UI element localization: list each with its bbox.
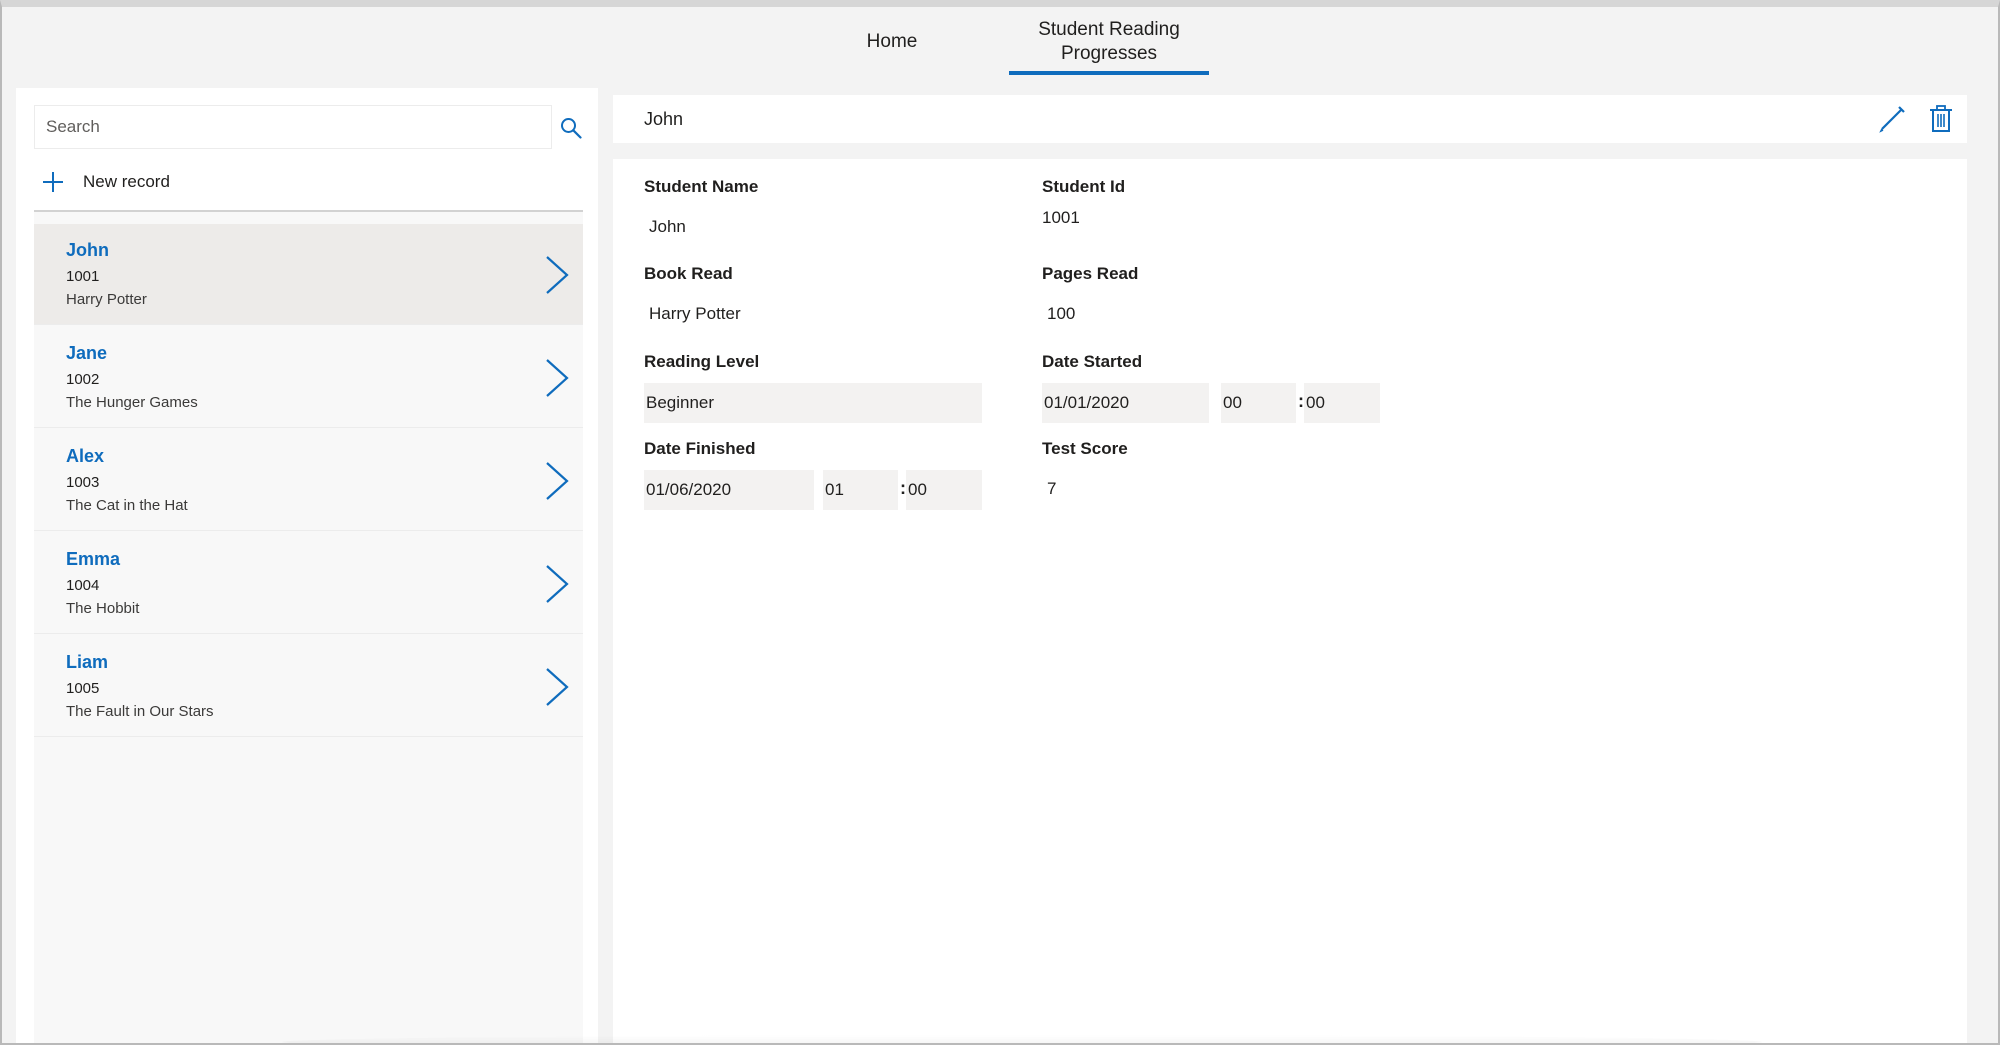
detail-title: John [644,109,684,129]
book-read-label: Book Read [644,264,733,283]
book-read-value: Harry Potter [649,304,741,323]
record-book: The Hunger Games [66,394,198,411]
record-name: Alex [66,446,105,466]
record-id: 1005 [66,680,100,697]
record-form: Student Name John Student Id 1001 Book R… [613,159,1967,1043]
app-window: Home Student Reading Progresses New reco… [0,0,2000,1045]
tab-home[interactable]: Home [822,7,962,77]
pencil-icon[interactable] [1878,105,1906,133]
record-book: The Fault in Our Stars [66,703,214,720]
new-record-button[interactable]: New record [42,164,170,200]
record-book: The Hobbit [66,600,140,617]
student-name-label: Student Name [644,177,759,196]
date-started-minute: 00 [1306,393,1325,412]
records-panel: New record John 1001 Harry Potter Jane 1… [16,88,598,1043]
record-id: 1002 [66,371,100,388]
date-finished-minute: 00 [908,480,927,499]
new-record-label: New record [83,172,170,191]
list-item-emma[interactable]: Emma 1004 The Hobbit [34,533,583,634]
list-item-alex[interactable]: Alex 1003 The Cat in the Hat [34,430,583,531]
date-finished-minute-field: 00 [906,470,982,510]
list-item-john[interactable]: John 1001 Harry Potter [34,224,583,325]
date-started-label: Date Started [1042,352,1143,371]
date-started-minute-field: 00 [1304,383,1380,423]
record-name: Emma [66,549,121,569]
search-input[interactable] [34,105,552,149]
record-name: Jane [66,343,108,363]
record-id: 1001 [66,268,100,285]
record-name: John [66,240,109,260]
chevron-right-icon[interactable] [545,564,569,604]
trash-icon[interactable] [1929,105,1953,133]
active-tab-indicator [1009,71,1209,75]
reading-level-label: Reading Level [644,352,760,371]
top-navigation: Home Student Reading Progresses [2,7,1998,77]
date-started-date: 01/01/2020 [1044,393,1130,412]
pages-read-label: Pages Read [1042,264,1139,283]
list-item-liam[interactable]: Liam 1005 The Fault in Our Stars [34,636,583,737]
tab-student-reading-progresses[interactable]: Student Reading Progresses [1009,7,1209,77]
search-button[interactable] [551,108,591,148]
record-id: 1003 [66,474,100,491]
student-id-label: Student Id [1042,177,1126,196]
date-finished-label: Date Finished [644,439,756,458]
student-name-value: John [649,217,686,236]
reading-level-field: Beginner [644,383,982,423]
student-id-value: 1001 [1042,208,1080,227]
chevron-right-icon[interactable] [545,667,569,707]
record-name: Liam [66,652,109,672]
chevron-right-icon[interactable] [545,461,569,501]
bottom-shadow [282,1035,1762,1043]
date-started-hour: 00 [1223,393,1242,412]
pages-read-value: 100 [1047,304,1076,323]
date-finished-date: 01/06/2020 [646,480,732,499]
search-icon [561,118,582,139]
tab-student-reading-progresses-label: Student Reading Progresses [1038,19,1180,64]
list-item-jane[interactable]: Jane 1002 The Hunger Games [34,327,583,428]
test-score-label: Test Score [1042,439,1128,458]
record-id: 1004 [66,577,100,594]
reading-level-value: Beginner [646,393,715,412]
chevron-right-icon[interactable] [545,358,569,398]
chevron-right-icon[interactable] [545,255,569,295]
record-book: The Cat in the Hat [66,497,188,514]
record-book: Harry Potter [66,291,147,308]
date-started-hour-field: 00 [1221,383,1296,423]
date-finished-hour-field: 01 [823,470,898,510]
plus-icon [43,172,63,192]
date-finished-hour: 01 [825,480,844,499]
detail-header: John [613,95,1967,143]
test-score-value: 7 [1047,479,1057,498]
search-text-field[interactable] [46,117,540,137]
tab-home-label: Home [866,31,918,52]
date-started-date-field: 01/01/2020 [1042,383,1209,423]
date-finished-date-field: 01/06/2020 [644,470,814,510]
